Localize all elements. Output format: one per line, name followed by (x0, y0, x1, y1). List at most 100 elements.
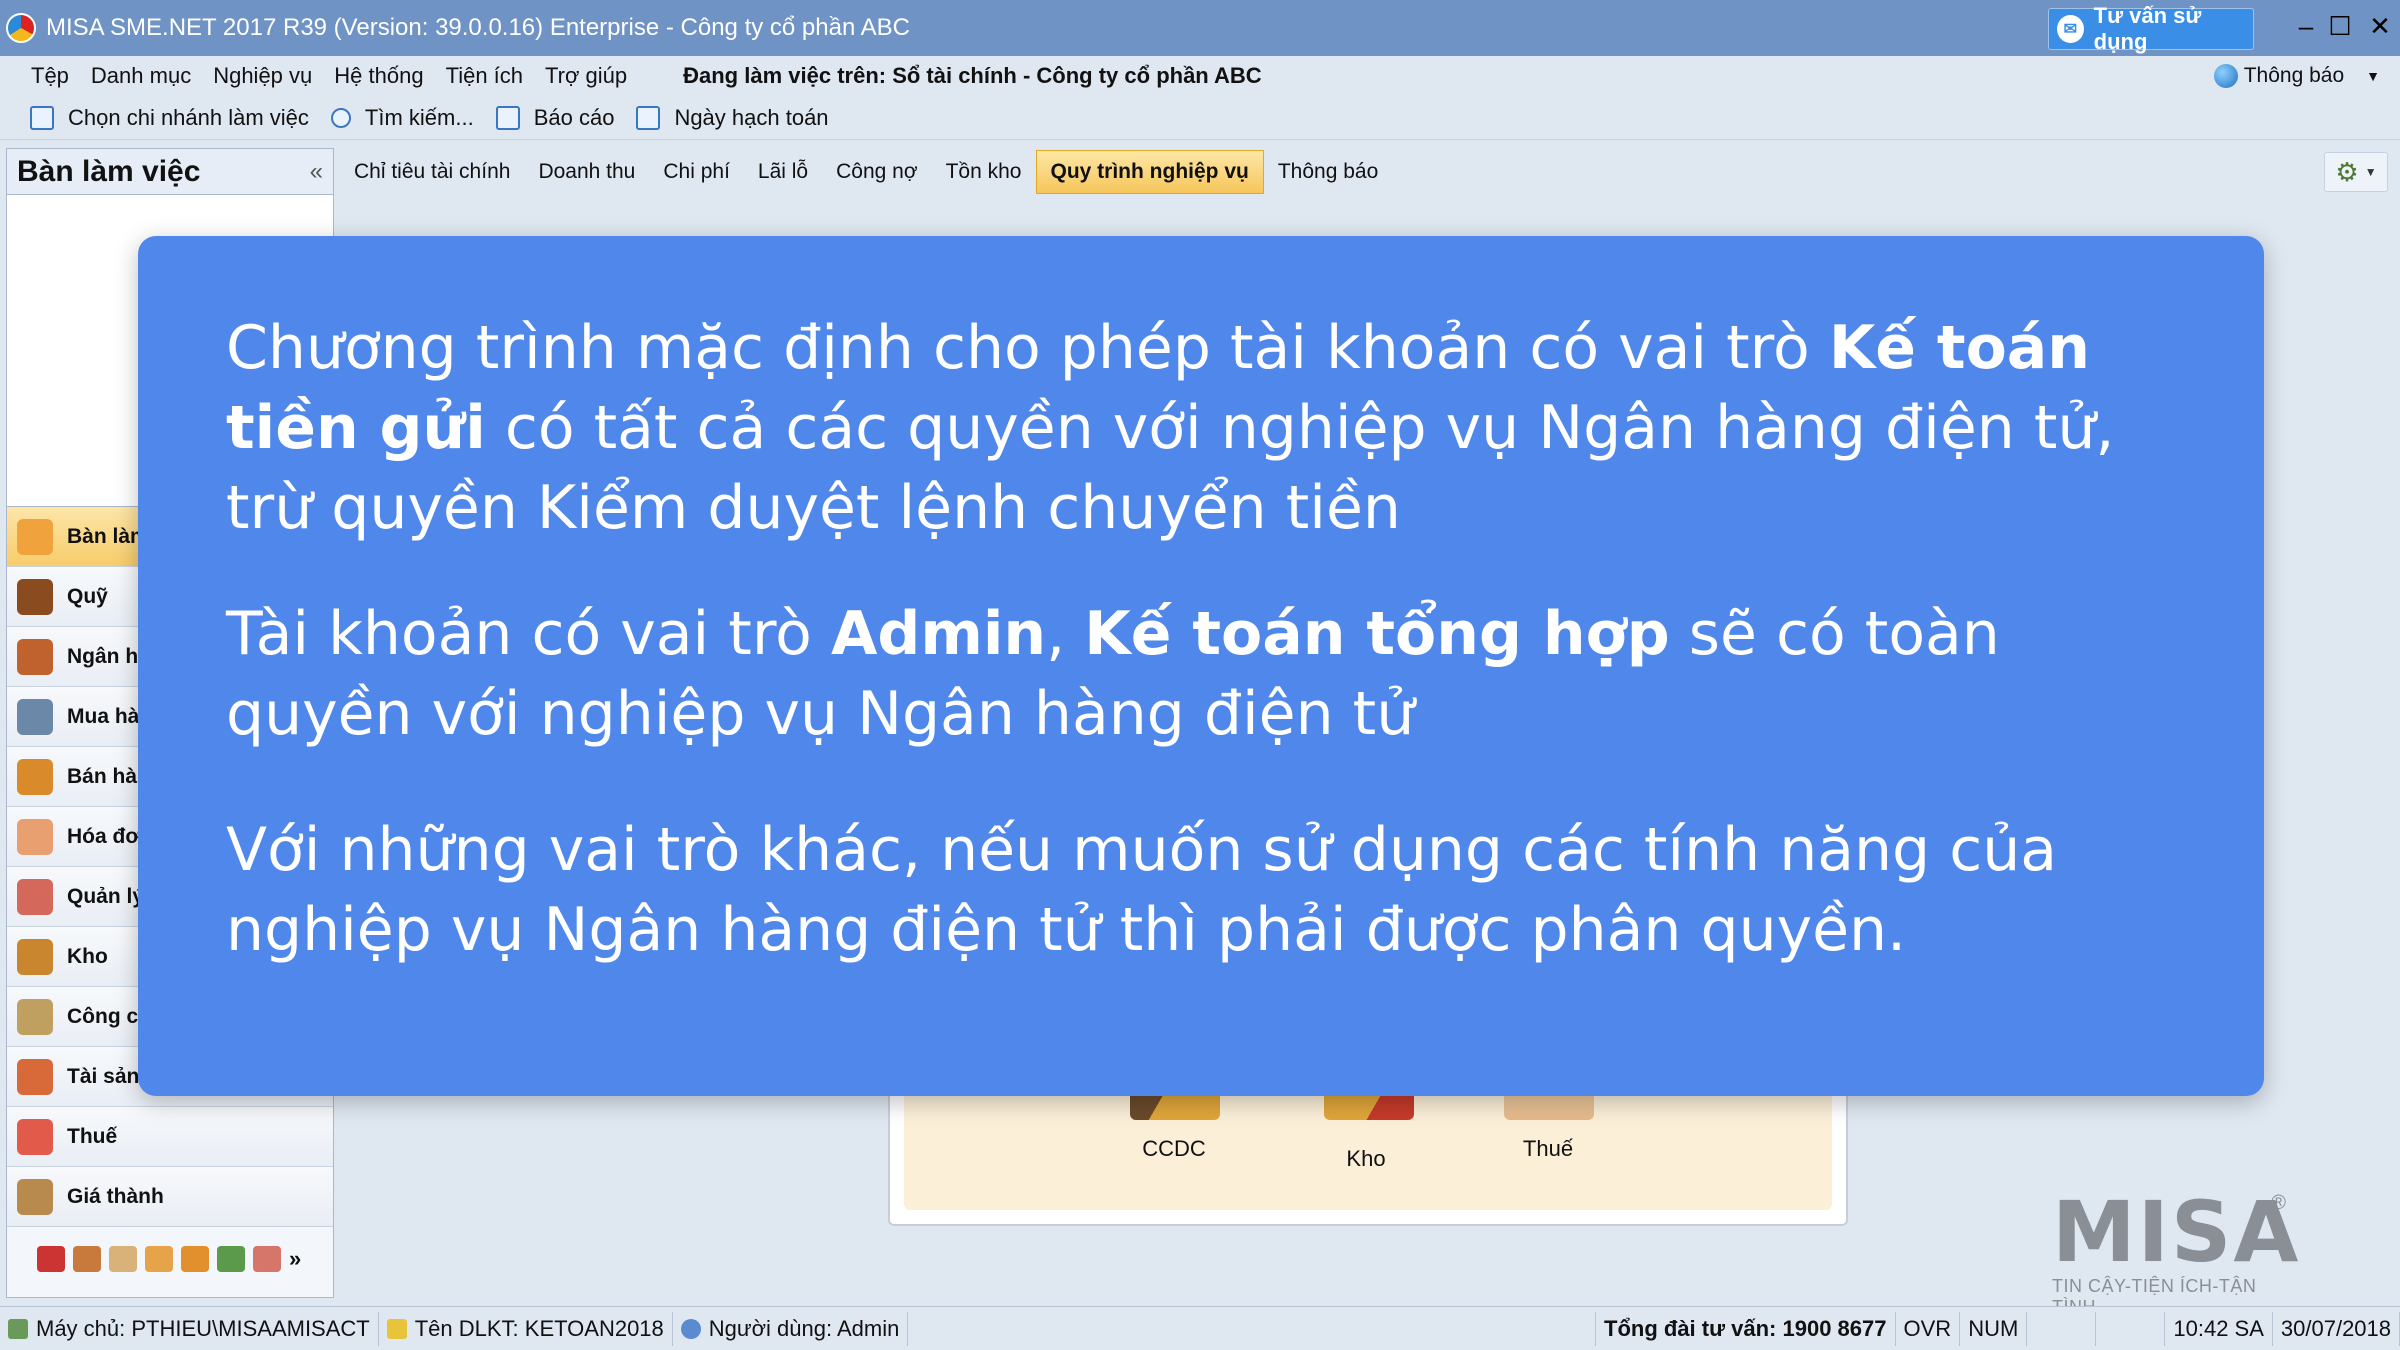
overlay-paragraph-3: Với những vai trò khác, nếu muốn sử dụng… (226, 815, 2057, 965)
safe-icon (17, 578, 53, 615)
tab-financial-indicators[interactable]: Chỉ tiêu tài chính (340, 150, 524, 194)
module-label: Kho (67, 944, 108, 968)
management-icon (17, 878, 53, 915)
title-bar: MISA SME.NET 2017 R39 (Version: 39.0.0.1… (0, 0, 2400, 56)
status-ovr: OVR (1896, 1311, 1961, 1346)
tab-revenue[interactable]: Doanh thu (524, 150, 649, 194)
report-label: Báo cáo (533, 104, 615, 130)
maximize-button[interactable]: ☐ (2322, 8, 2358, 44)
info-overlay: Chương trình mặc định cho phép tài khoản… (138, 236, 2264, 1096)
database-icon (386, 1318, 407, 1339)
module-label: Quản lý (67, 884, 145, 908)
select-branch-label: Chọn chi nhánh làm việc (68, 104, 309, 130)
shortcut-icon[interactable] (253, 1246, 281, 1272)
tab-notifications[interactable]: Thông báo (1264, 150, 1392, 194)
working-context: Đang làm việc trên: Sổ tài chính - Công … (683, 63, 1262, 88)
posting-date-label: Ngày hạch toán (674, 104, 829, 130)
search-button[interactable]: Tìm kiếm... (330, 104, 474, 131)
menu-system[interactable]: Hệ thống (323, 63, 434, 89)
tools-icon (17, 998, 53, 1035)
sales-icon (17, 758, 53, 795)
tab-inventory[interactable]: Tồn kho (932, 150, 1036, 194)
report-button[interactable]: Báo cáo (495, 104, 615, 131)
consult-button[interactable]: ✉ Tư vấn sử dụng (2048, 3, 2254, 54)
bank-icon (17, 638, 53, 675)
chevron-down-icon: ▼ (2366, 68, 2380, 84)
status-bar: Máy chủ: PTHIEU\MISAAMISACT Tên DLKT: KE… (0, 1306, 2400, 1350)
settings-button[interactable]: ⚙ ▼ (2324, 152, 2388, 192)
status-dlkt: Tên DLKT: KETOAN2018 (379, 1311, 673, 1346)
misa-logo: MISA TIN CẬY-TIỆN ÍCH-TẬN TÌNH ® (2052, 1183, 2301, 1317)
shortcut-icon[interactable] (217, 1246, 245, 1272)
server-icon (8, 1318, 28, 1339)
overlay-paragraph-2: Tài khoản có vai trò Admin, Kế toán tổng… (226, 594, 2204, 754)
shortcut-icon[interactable] (181, 1246, 209, 1272)
consult-button-label: Tư vấn sử dụng (2093, 3, 2202, 54)
status-date: 30/07/2018 (2273, 1311, 2400, 1346)
menu-operations[interactable]: Nghiệp vụ (202, 63, 323, 89)
more-icon[interactable]: » (289, 1246, 301, 1272)
menu-utilities[interactable]: Tiện ích (435, 63, 534, 89)
tab-debt[interactable]: Công nợ (822, 150, 932, 194)
menu-file[interactable]: Tệp (20, 63, 80, 89)
overlay-text: Tài khoản có vai trò (226, 599, 831, 669)
process-label-thue[interactable]: Thuế (1488, 1136, 1608, 1162)
search-icon (330, 107, 351, 128)
shortcut-icon[interactable] (145, 1246, 173, 1272)
tax-icon (17, 1118, 53, 1155)
search-label: Tìm kiếm... (364, 104, 474, 130)
left-panel-header: Bàn làm việc « (7, 149, 333, 195)
menu-help[interactable]: Trợ giúp (534, 63, 638, 89)
module-tax[interactable]: Thuế (7, 1107, 333, 1167)
module-label: Quỹ (67, 584, 108, 608)
notification-label: Thông báo (2243, 64, 2345, 87)
desk-icon (17, 518, 53, 555)
overlay-text: , (1046, 599, 1085, 669)
status-server: Máy chủ: PTHIEU\MISAAMISACT (0, 1311, 379, 1346)
dashboard-tabs: Chỉ tiêu tài chính Doanh thu Chi phí Lãi… (340, 150, 1392, 194)
invoice-icon (17, 818, 53, 855)
assets-icon (17, 1058, 53, 1095)
registered-mark: ® (2271, 1192, 2286, 1214)
costing-icon (17, 1178, 53, 1215)
module-costing[interactable]: Giá thành (7, 1167, 333, 1227)
status-server-text: Máy chủ: PTHIEU\MISAAMISACT (36, 1315, 370, 1341)
misa-logo-text: MISA (2052, 1183, 2301, 1281)
gear-icon: ⚙ (2335, 156, 2359, 187)
module-shortcut-bar: » (7, 1227, 333, 1291)
tab-business-process[interactable]: Quy trình nghiệp vụ (1035, 150, 1264, 194)
status-time: 10:42 SA (2165, 1311, 2273, 1346)
status-dlkt-text: Tên DLKT: KETOAN2018 (414, 1315, 664, 1341)
status-user: Người dùng: Admin (673, 1311, 909, 1346)
document-icon (30, 105, 54, 130)
cart-icon (17, 698, 53, 735)
posting-date-button[interactable]: Ngày hạch toán (636, 104, 829, 131)
report-icon (495, 105, 520, 130)
calendar-icon (636, 105, 661, 130)
toolbar: Chọn chi nhánh làm việc Tìm kiếm... Báo … (0, 96, 2400, 140)
menu-catalog[interactable]: Danh mục (80, 63, 202, 89)
notification-button[interactable]: Thông báo ▼ (2213, 64, 2380, 88)
shortcut-icon[interactable] (109, 1246, 137, 1272)
minimize-button[interactable]: – (2288, 8, 2324, 44)
overlay-text: Chương trình mặc định cho phép tài khoản… (226, 313, 1829, 383)
status-user-text: Người dùng: Admin (708, 1315, 900, 1341)
status-spacer (908, 1311, 1597, 1346)
select-branch-button[interactable]: Chọn chi nhánh làm việc (30, 105, 309, 131)
warehouse-icon (17, 938, 53, 975)
close-button[interactable]: ✕ (2362, 8, 2398, 44)
collapse-icon[interactable]: « (310, 158, 323, 186)
process-label-kho[interactable]: Kho (1306, 1146, 1426, 1172)
menu-bar: Tệp Danh mục Nghiệp vụ Hệ thống Tiện ích… (0, 56, 2400, 96)
tab-expense[interactable]: Chi phí (649, 150, 744, 194)
process-label-ccdc[interactable]: CCDC (1114, 1136, 1234, 1162)
module-label: Giá thành (67, 1184, 164, 1208)
shortcut-icon[interactable] (37, 1246, 65, 1272)
status-num: NUM (1960, 1311, 2028, 1346)
chevron-down-icon: ▼ (2364, 165, 2377, 179)
messenger-icon: ✉ (2057, 15, 2084, 43)
tab-profit-loss[interactable]: Lãi lỗ (744, 150, 822, 194)
status-empty-1 (2027, 1311, 2097, 1346)
shortcut-icon[interactable] (73, 1246, 101, 1272)
window-title: MISA SME.NET 2017 R39 (Version: 39.0.0.1… (46, 14, 910, 41)
